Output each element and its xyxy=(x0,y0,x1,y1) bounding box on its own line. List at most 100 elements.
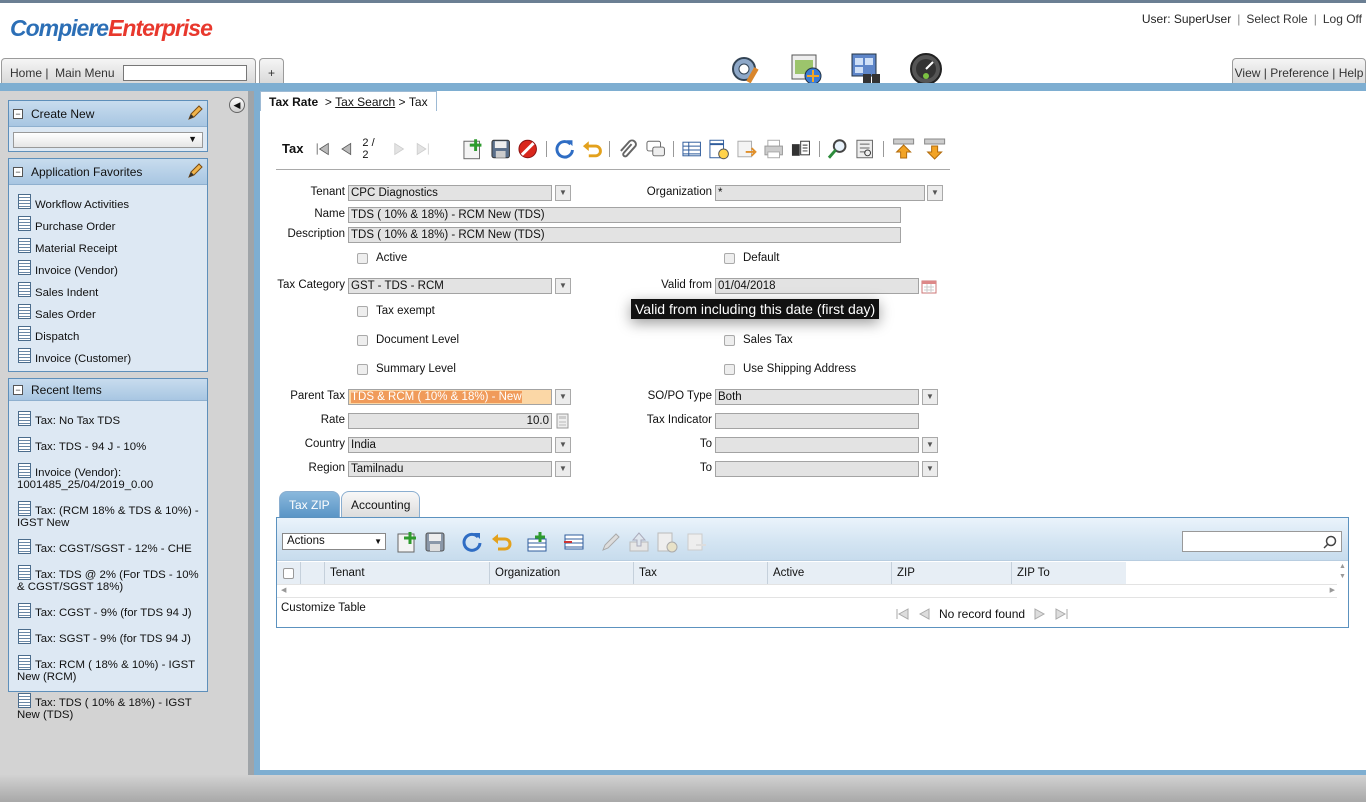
attachment-icon[interactable] xyxy=(617,138,638,160)
add-tab-button[interactable]: + xyxy=(259,58,284,86)
tenant-field[interactable]: CPC Diagnostics xyxy=(348,185,552,201)
help-link[interactable]: Help xyxy=(1339,66,1364,80)
region-field[interactable]: Tamilnadu xyxy=(348,461,552,477)
search-icon[interactable] xyxy=(1323,535,1337,549)
grid-multi-row-icon[interactable] xyxy=(563,531,585,553)
refresh-icon[interactable] xyxy=(554,138,575,160)
performance-icon[interactable] xyxy=(729,52,763,86)
recent-item[interactable]: Tax: SGST - 9% (for TDS 94 J) xyxy=(9,629,207,655)
column-organization[interactable]: Organization xyxy=(490,562,634,584)
view-link[interactable]: View xyxy=(1235,66,1261,80)
favorite-item[interactable]: Sales Indent xyxy=(9,282,207,304)
parent-tax-field[interactable]: TDS & RCM ( 10% & 18%) - New xyxy=(348,389,552,405)
edit-pencil-icon[interactable] xyxy=(187,163,203,179)
recent-item[interactable]: Tax: TDS - 94 J - 10% xyxy=(9,437,207,463)
sopo-type-dropdown-icon[interactable]: ▼ xyxy=(922,389,938,405)
calculator-icon[interactable] xyxy=(556,413,569,429)
grid-search-input[interactable] xyxy=(1182,531,1342,552)
sopo-type-field[interactable]: Both xyxy=(715,389,919,405)
menu-search-input[interactable] xyxy=(122,64,247,81)
log-off-link[interactable]: Log Off xyxy=(1323,12,1362,26)
grid-new-record-icon[interactable] xyxy=(396,531,418,553)
previous-record-icon[interactable] xyxy=(338,138,355,160)
to-country-field[interactable] xyxy=(715,437,919,453)
country-field[interactable]: India xyxy=(348,437,552,453)
favorite-item[interactable]: Invoice (Vendor) xyxy=(9,260,207,282)
last-record-icon[interactable] xyxy=(414,138,431,160)
to-region-field[interactable] xyxy=(715,461,919,477)
collapse-icon[interactable]: − xyxy=(13,108,23,119)
column-tenant[interactable]: Tenant xyxy=(325,562,490,584)
window-search-icon[interactable] xyxy=(849,52,883,86)
tax-search-link[interactable]: Tax Search xyxy=(335,95,395,109)
default-checkbox[interactable] xyxy=(724,253,735,264)
workspace-icon[interactable] xyxy=(789,52,823,86)
favorite-item[interactable]: Dispatch xyxy=(9,326,207,348)
country-dropdown-icon[interactable]: ▼ xyxy=(555,437,571,453)
to-region-dropdown-icon[interactable]: ▼ xyxy=(922,461,938,477)
dashboard-gauge-icon[interactable] xyxy=(909,52,943,86)
select-all-checkbox[interactable] xyxy=(283,567,294,579)
favorite-item[interactable]: Sales Order xyxy=(9,304,207,326)
recent-item[interactable]: Tax: CGST - 9% (for TDS 94 J) xyxy=(9,603,207,629)
favorite-item[interactable]: Material Receipt xyxy=(9,238,207,260)
description-field[interactable]: TDS ( 10% & 18%) - RCM New (TDS) xyxy=(348,227,901,243)
recent-item[interactable]: Invoice (Vendor): 1001485_25/04/2019_0.0… xyxy=(9,463,207,501)
edit-pencil-icon[interactable] xyxy=(187,105,203,121)
grid-save-icon[interactable] xyxy=(424,531,446,553)
tax-category-field[interactable]: GST - TDS - RCM xyxy=(348,278,552,294)
find-icon[interactable] xyxy=(827,138,848,160)
select-role-link[interactable]: Select Role xyxy=(1246,12,1307,26)
calendar-icon[interactable] xyxy=(921,279,937,294)
grid-first-icon[interactable] xyxy=(894,606,910,622)
delete-icon[interactable] xyxy=(517,138,538,160)
favorite-item[interactable]: Purchase Order xyxy=(9,216,207,238)
grid-undo-icon[interactable] xyxy=(490,531,512,553)
scroll-left-icon[interactable]: ◀ xyxy=(281,586,286,594)
zoom-across-icon[interactable] xyxy=(736,138,757,160)
home-link[interactable]: Home xyxy=(10,66,42,80)
grid-parent-icon[interactable] xyxy=(628,531,650,553)
tab-accounting[interactable]: Accounting xyxy=(341,491,421,517)
grid-previous-icon[interactable] xyxy=(916,606,932,622)
organization-field[interactable]: * xyxy=(715,185,925,201)
document-level-checkbox[interactable] xyxy=(357,335,368,346)
new-record-icon[interactable] xyxy=(462,138,483,160)
recent-item[interactable]: Tax: TDS ( 10% & 18%) - IGST New (TDS) xyxy=(9,693,207,731)
summary-level-checkbox[interactable] xyxy=(357,364,368,375)
tax-category-dropdown-icon[interactable]: ▼ xyxy=(555,278,571,294)
first-record-icon[interactable] xyxy=(314,138,331,160)
tenant-dropdown-icon[interactable]: ▼ xyxy=(555,185,571,201)
region-dropdown-icon[interactable]: ▼ xyxy=(555,461,571,477)
undo-icon[interactable] xyxy=(581,138,602,160)
collapse-icon[interactable]: − xyxy=(13,384,23,395)
save-icon[interactable] xyxy=(490,138,511,160)
recent-item[interactable]: Tax: No Tax TDS xyxy=(9,411,207,437)
parent-tax-dropdown-icon[interactable]: ▼ xyxy=(555,389,571,405)
main-menu-link[interactable]: Main Menu xyxy=(55,66,114,80)
rate-field[interactable]: 10.0 xyxy=(348,413,552,429)
grid-add-row-icon[interactable] xyxy=(526,531,548,553)
tax-indicator-field[interactable] xyxy=(715,413,919,429)
horizontal-scrollbar[interactable]: ◀ ▶ xyxy=(277,584,1337,598)
column-active[interactable]: Active xyxy=(768,562,892,584)
column-zip-to[interactable]: ZIP To xyxy=(1012,562,1126,584)
column-tax[interactable]: Tax xyxy=(634,562,768,584)
grid-next-icon[interactable] xyxy=(1032,606,1048,622)
use-shipping-address-checkbox[interactable] xyxy=(724,364,735,375)
tab-tax-zip[interactable]: Tax ZIP xyxy=(279,491,340,517)
to-country-dropdown-icon[interactable]: ▼ xyxy=(922,437,938,453)
favorite-item[interactable]: Invoice (Customer) xyxy=(9,348,207,370)
grid-edit-icon[interactable] xyxy=(600,531,622,553)
favorite-item[interactable]: Workflow Activities xyxy=(9,194,207,216)
valid-from-field[interactable]: 01/04/2018 xyxy=(715,278,919,294)
scroll-right-icon[interactable]: ▶ xyxy=(1330,586,1335,594)
create-new-select[interactable]: ▼ xyxy=(13,132,203,148)
collapse-icon[interactable]: − xyxy=(13,166,23,177)
recent-item[interactable]: Tax: TDS @ 2% (For TDS - 10% & CGST/SGST… xyxy=(9,565,207,603)
grid-toggle-icon[interactable] xyxy=(681,138,702,160)
vertical-scrollbar[interactable]: ▲ ▼ xyxy=(1337,562,1348,584)
recent-item[interactable]: Tax: CGST/SGST - 12% - CHE xyxy=(9,539,207,565)
collapse-sidebar-icon[interactable]: ◀ xyxy=(229,97,245,113)
actions-select[interactable]: Actions ▼ xyxy=(282,533,386,550)
